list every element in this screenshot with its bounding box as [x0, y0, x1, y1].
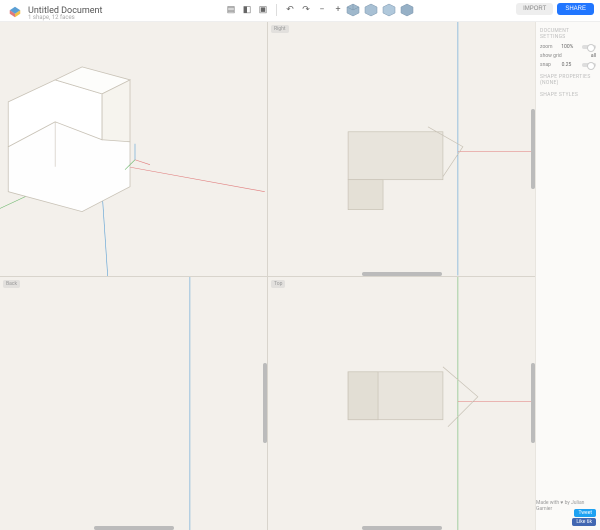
snap-slider[interactable]	[582, 63, 596, 67]
workspace: Right Back Top	[0, 22, 535, 530]
iso-cube-4[interactable]	[399, 2, 415, 18]
iso-cube-3[interactable]	[381, 2, 397, 18]
scrollbar-horizontal[interactable]	[362, 526, 442, 530]
toolbar-right: IMPORT SHARE	[516, 3, 594, 15]
setting-value: 100%	[561, 44, 573, 50]
divider	[276, 4, 277, 16]
toolbar-center: ▤ ◧ ▣ ↶ ↷ − +	[224, 3, 345, 17]
setting-label: show grid	[540, 53, 562, 59]
scrollbar-horizontal[interactable]	[94, 526, 174, 530]
import-button[interactable]: IMPORT	[516, 3, 553, 15]
scrollbar-vertical[interactable]	[263, 363, 267, 443]
section-shape-styles: SHAPE STYLES	[540, 92, 596, 98]
viewport-right[interactable]: Right	[268, 22, 535, 276]
iso-presets	[345, 2, 415, 18]
scrollbar-horizontal[interactable]	[362, 272, 442, 276]
share-button[interactable]: SHARE	[557, 3, 594, 15]
document-stats: 1 shape, 12 faces	[28, 14, 75, 21]
iso-cube-1[interactable]	[345, 2, 361, 18]
viewport-perspective[interactable]	[0, 22, 267, 276]
sidebar-panel: DOCUMENT SETTINGS zoom 100% show grid al…	[535, 22, 600, 530]
minus-icon[interactable]: −	[315, 3, 329, 17]
setting-zoom: zoom 100%	[540, 44, 596, 50]
viewport-label: Back	[3, 280, 20, 288]
section-shape-properties: SHAPE PROPERTIES (none)	[540, 74, 596, 86]
like-button[interactable]: Like 6k	[572, 518, 596, 526]
viewport-label: Top	[271, 280, 285, 288]
viewport-back[interactable]: Back	[0, 277, 267, 530]
setting-grid: show grid all	[540, 53, 596, 59]
iso-cube-2[interactable]	[363, 2, 379, 18]
setting-snap: snap 0.25	[540, 62, 596, 68]
save-icon[interactable]: ◧	[240, 3, 254, 17]
setting-value[interactable]: all	[591, 53, 596, 59]
setting-label: snap	[540, 62, 551, 68]
redo-icon[interactable]: ↷	[299, 3, 313, 17]
file-icon[interactable]: ▤	[224, 3, 238, 17]
setting-label: zoom	[540, 44, 553, 50]
viewport-label: Right	[271, 25, 289, 33]
plus-icon[interactable]: +	[331, 3, 345, 17]
open-icon[interactable]: ▣	[256, 3, 270, 17]
section-document-settings: DOCUMENT SETTINGS	[540, 28, 596, 40]
app-logo	[8, 4, 22, 18]
viewport-top[interactable]: Top	[268, 277, 535, 530]
undo-icon[interactable]: ↶	[283, 3, 297, 17]
setting-value: 0.25	[562, 62, 572, 68]
tweet-button[interactable]: Tweet	[574, 509, 596, 517]
zoom-slider[interactable]	[582, 45, 596, 49]
social-buttons: Tweet Like 6k	[572, 509, 596, 526]
